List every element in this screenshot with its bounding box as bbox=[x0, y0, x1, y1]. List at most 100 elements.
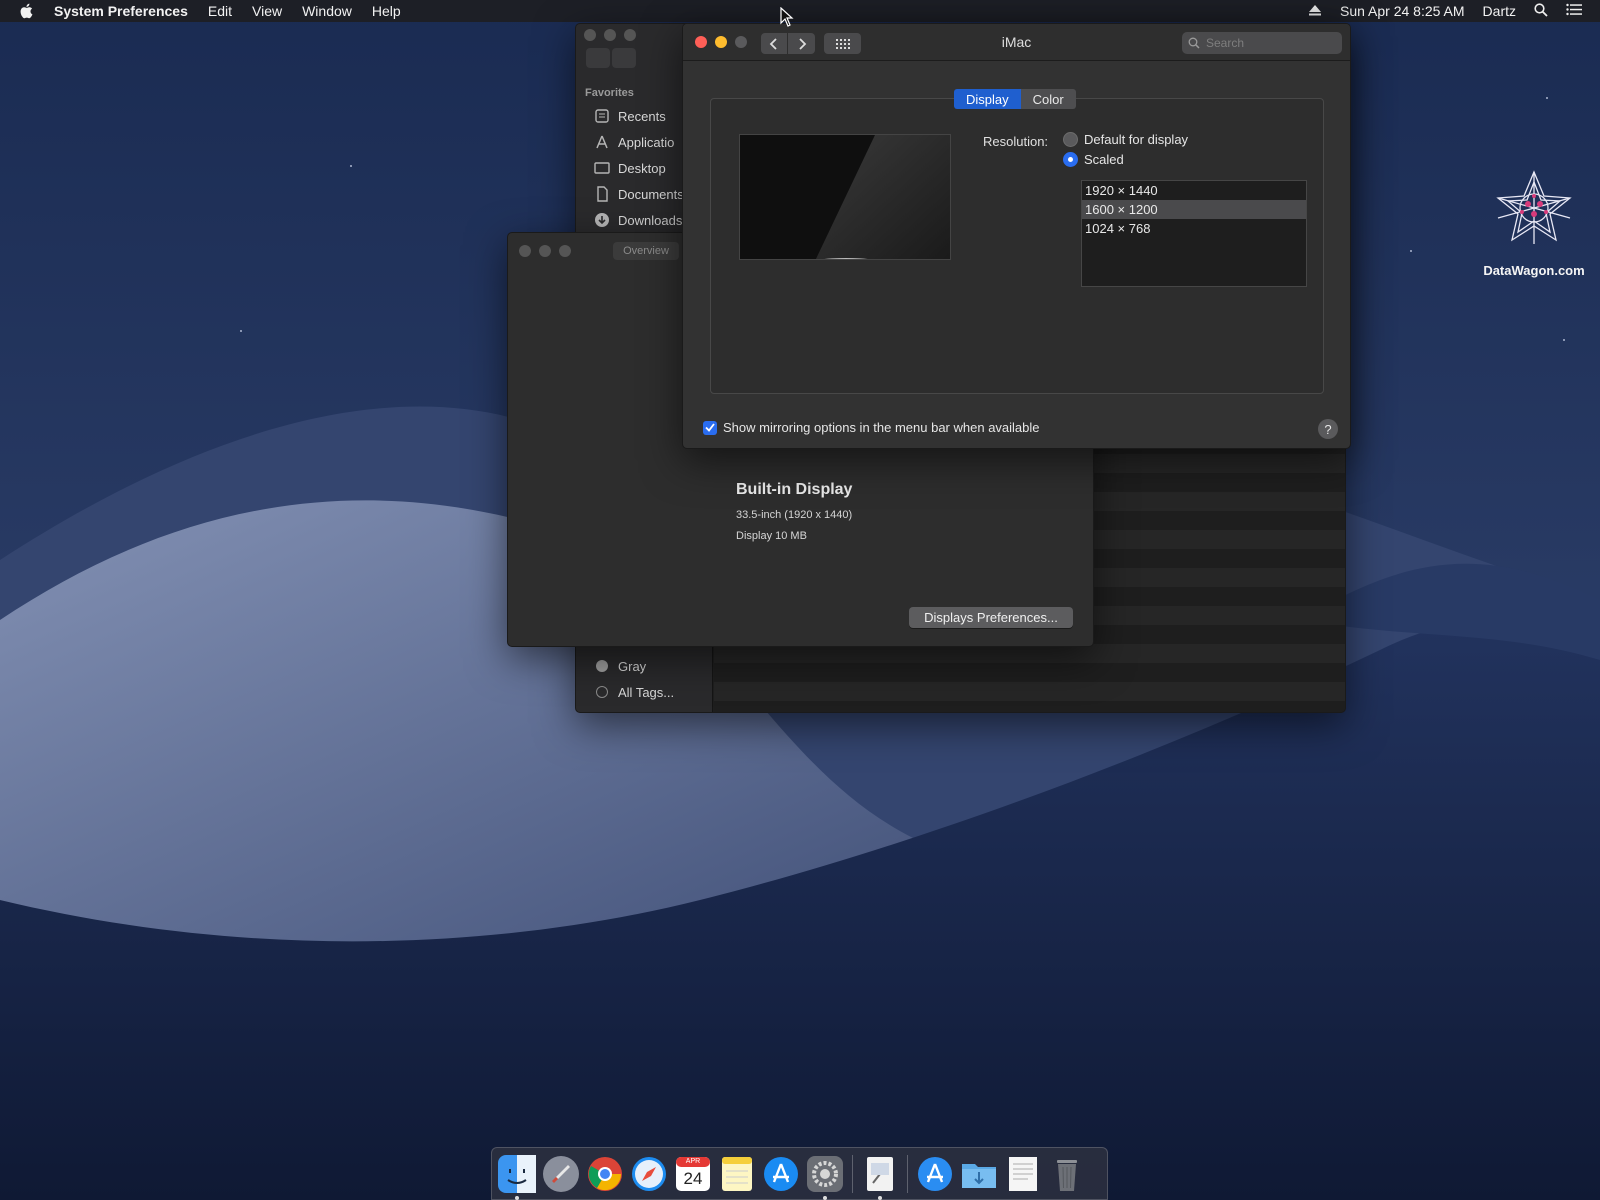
calendar-month: APR bbox=[685, 1157, 701, 1165]
dock-downloads-folder[interactable] bbox=[960, 1155, 998, 1193]
sidebar-item-applications[interactable]: Applicatio bbox=[593, 133, 674, 151]
dock-app-store[interactable] bbox=[762, 1155, 800, 1193]
recents-icon bbox=[593, 107, 611, 125]
radio-label: Default for display bbox=[1084, 132, 1189, 147]
sidebar-item-label: Recents bbox=[618, 108, 666, 124]
sidebar-tag-gray[interactable]: Gray bbox=[593, 657, 646, 675]
resolution-option-selected[interactable]: 1600 × 1200 bbox=[1082, 200, 1306, 219]
mirroring-checkbox[interactable] bbox=[703, 420, 717, 435]
dock-separator bbox=[852, 1154, 853, 1193]
radio-default-for-display[interactable]: Default for display bbox=[1063, 132, 1188, 147]
dock: APR 24 bbox=[491, 1147, 1108, 1200]
chrome-icon bbox=[588, 1156, 622, 1191]
dock-trash[interactable] bbox=[1048, 1155, 1086, 1193]
tab-overview[interactable]: Overview bbox=[613, 242, 679, 260]
calendar-day: 24 bbox=[683, 1168, 703, 1188]
datawagon-logo-icon bbox=[1496, 170, 1572, 244]
tab-color[interactable]: Color bbox=[1020, 89, 1076, 109]
finder-icon bbox=[498, 1154, 536, 1193]
downloads-icon bbox=[593, 211, 611, 229]
display-preview-image bbox=[739, 134, 951, 260]
sidebar-item-downloads[interactable]: Downloads bbox=[593, 211, 682, 229]
spotlight-search-icon[interactable] bbox=[1534, 2, 1548, 20]
resolution-label: Resolution: bbox=[983, 134, 1049, 149]
sidebar-item-desktop[interactable]: Desktop bbox=[593, 159, 666, 177]
trash-icon bbox=[1057, 1159, 1077, 1191]
dock-finder[interactable] bbox=[498, 1154, 536, 1200]
mirroring-option[interactable]: Show mirroring options in the menu bar w… bbox=[703, 420, 1040, 435]
display-name: Built-in Display bbox=[736, 481, 853, 498]
dock-system-preferences[interactable] bbox=[806, 1155, 844, 1200]
radio-button-off[interactable] bbox=[1063, 132, 1078, 147]
finder-window-controls bbox=[584, 29, 636, 41]
dock-preview[interactable] bbox=[861, 1155, 899, 1200]
radio-button-on[interactable] bbox=[1063, 152, 1078, 167]
app-store-icon bbox=[764, 1156, 798, 1191]
sidebar-item-label: Desktop bbox=[618, 160, 666, 176]
about-minimize-button[interactable] bbox=[539, 245, 551, 257]
resolution-option[interactable]: 1920 × 1440 bbox=[1082, 181, 1306, 200]
dock-calendar[interactable]: APR 24 bbox=[674, 1155, 712, 1193]
eject-icon[interactable] bbox=[1308, 3, 1322, 19]
checkmark-icon bbox=[705, 423, 715, 432]
finder-back-button[interactable] bbox=[586, 48, 610, 68]
sidebar-item-documents[interactable]: Documents bbox=[593, 185, 684, 203]
downloads-folder-icon bbox=[962, 1163, 996, 1188]
help-button[interactable]: ? bbox=[1318, 419, 1338, 439]
notes-icon bbox=[722, 1156, 752, 1191]
sidebar-item-label: Gray bbox=[618, 658, 647, 674]
display-memory: Display 10 MB bbox=[736, 530, 807, 542]
dock-safari[interactable] bbox=[630, 1155, 668, 1193]
prefs-tabs: Display Color bbox=[954, 89, 1076, 109]
system-preferences-gear-icon bbox=[807, 1155, 843, 1192]
radio-scaled[interactable]: Scaled bbox=[1063, 152, 1124, 167]
sidebar-tag-all[interactable]: All Tags... bbox=[593, 683, 674, 701]
favorites-heading: Favorites bbox=[585, 87, 634, 99]
dock-document[interactable] bbox=[1004, 1155, 1042, 1193]
document-icon bbox=[1009, 1156, 1037, 1191]
about-close-button[interactable] bbox=[519, 245, 531, 257]
resolution-list[interactable]: 1920 × 1440 1600 × 1200 1024 × 768 bbox=[1081, 180, 1307, 287]
watermark-text: DataWagon.com bbox=[1483, 263, 1585, 278]
sidebar-item-recents[interactable]: Recents bbox=[593, 107, 666, 125]
dock-chrome[interactable] bbox=[586, 1155, 624, 1193]
menu-view[interactable]: View bbox=[242, 3, 292, 19]
resolution-option[interactable]: 1024 × 768 bbox=[1082, 219, 1306, 238]
applications-folder-icon bbox=[918, 1156, 952, 1191]
menu-bar: System Preferences Edit View Window Help… bbox=[0, 0, 1600, 22]
dock-launchpad[interactable] bbox=[542, 1155, 580, 1193]
display-size: 33.5-inch (1920 x 1440) bbox=[736, 509, 853, 521]
dock-separator bbox=[907, 1154, 908, 1193]
finder-zoom-button[interactable] bbox=[624, 29, 636, 41]
menu-window[interactable]: Window bbox=[292, 3, 362, 19]
about-zoom-button[interactable] bbox=[559, 245, 571, 257]
radio-label: Scaled bbox=[1084, 152, 1124, 167]
menu-user[interactable]: Dartz bbox=[1483, 3, 1516, 19]
sidebar-item-label: Documents bbox=[618, 186, 684, 202]
dock-applications-folder[interactable] bbox=[916, 1155, 954, 1193]
desktop-icon bbox=[593, 159, 611, 177]
search-field[interactable]: Search bbox=[1182, 32, 1342, 54]
mouse-cursor-icon bbox=[780, 6, 794, 32]
display-preferences-window[interactable]: iMac Search Display Color Resolution: De… bbox=[682, 23, 1351, 449]
sidebar-item-label: Downloads bbox=[618, 212, 683, 228]
all-tags-icon bbox=[593, 683, 611, 701]
sidebar-item-label: All Tags... bbox=[618, 684, 675, 700]
gray-tag-icon bbox=[593, 657, 611, 675]
displays-preferences-button[interactable]: Displays Preferences... bbox=[909, 607, 1073, 628]
search-icon bbox=[1188, 37, 1200, 49]
menu-help[interactable]: Help bbox=[362, 3, 411, 19]
tab-display[interactable]: Display bbox=[954, 89, 1021, 109]
finder-nav-buttons bbox=[586, 48, 636, 68]
menu-app-name[interactable]: System Preferences bbox=[54, 3, 198, 19]
finder-minimize-button[interactable] bbox=[604, 29, 616, 41]
menu-clock[interactable]: Sun Apr 24 8:25 AM bbox=[1340, 3, 1465, 19]
menu-edit[interactable]: Edit bbox=[198, 3, 242, 19]
finder-close-button[interactable] bbox=[584, 29, 596, 41]
dock-notes[interactable] bbox=[718, 1155, 756, 1193]
sidebar-item-label: Applicatio bbox=[618, 134, 675, 150]
about-window-controls bbox=[519, 245, 571, 257]
notification-center-icon[interactable] bbox=[1566, 3, 1582, 19]
finder-forward-button[interactable] bbox=[612, 48, 636, 68]
apple-menu-icon[interactable] bbox=[18, 2, 36, 20]
